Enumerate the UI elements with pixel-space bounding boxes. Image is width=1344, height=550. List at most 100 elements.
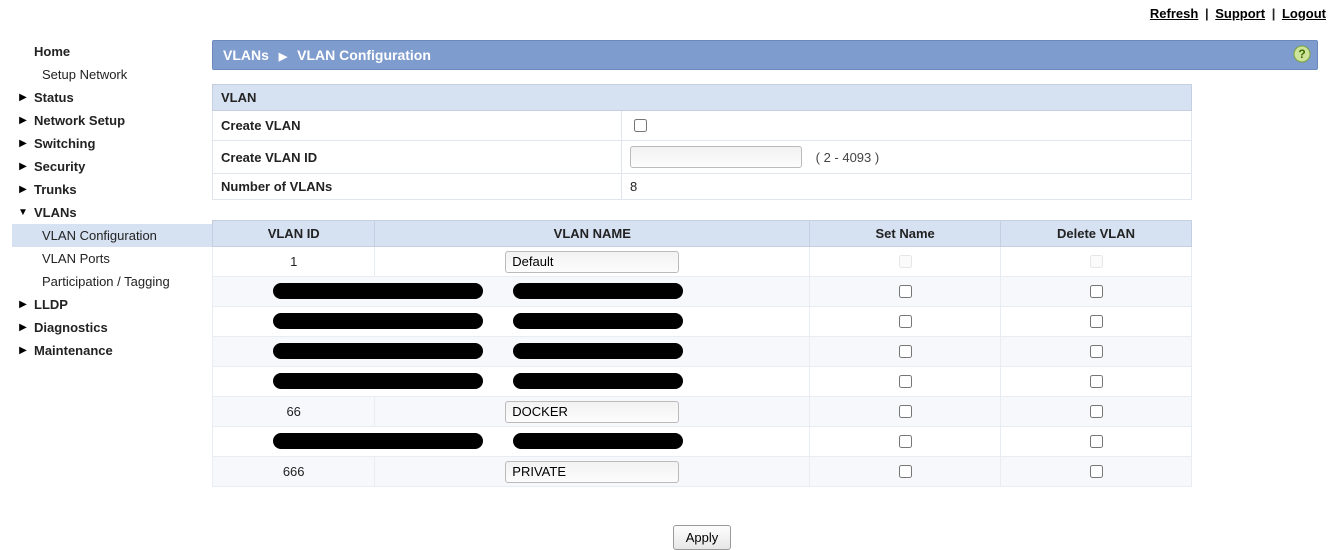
set-name-cell [810,307,1001,337]
delete-vlan-checkbox[interactable] [1090,405,1103,418]
set-name-cell [810,427,1001,457]
redacted-cell [213,307,810,337]
table-row [213,427,1192,457]
refresh-link[interactable]: Refresh [1150,6,1198,21]
nav-network-setup[interactable]: ▶ Network Setup [12,109,212,132]
logout-link[interactable]: Logout [1282,6,1326,21]
sidebar: Home Setup Network ▶ Status ▶ Network Se… [12,40,212,510]
set-name-checkbox[interactable] [899,465,912,478]
num-vlans-value: 8 [622,174,1192,200]
nav-status[interactable]: ▶ Status [12,86,212,109]
set-name-checkbox[interactable] [899,285,912,298]
caret-right-icon: ▶ [16,319,30,336]
nav-security[interactable]: ▶ Security [12,155,212,178]
delete-vlan-cell [1001,277,1192,307]
delete-vlan-cell [1001,427,1192,457]
vlan-list-table: VLAN ID VLAN NAME Set Name Delete VLAN 1… [212,220,1192,487]
create-vlan-id-input[interactable] [630,146,802,168]
set-name-cell [810,247,1001,277]
delete-vlan-cell [1001,397,1192,427]
vlan-name-input[interactable] [505,461,679,483]
set-name-cell [810,397,1001,427]
caret-down-icon: ▼ [16,204,30,221]
delete-vlan-checkbox[interactable] [1090,435,1103,448]
main-content: VLANs ▶ VLAN Configuration ? VLAN Create… [212,40,1324,510]
redacted-cell [213,337,810,367]
redacted-cell [213,367,810,397]
delete-vlan-checkbox[interactable] [1090,465,1103,478]
vlan-name-cell [375,247,810,277]
svg-text:?: ? [1298,47,1305,61]
delete-vlan-checkbox[interactable] [1090,315,1103,328]
nav-maintenance[interactable]: ▶ Maintenance [12,339,212,362]
caret-right-icon: ▶ [16,158,30,175]
redaction-bar [273,343,483,359]
set-name-checkbox[interactable] [899,405,912,418]
caret-right-icon: ▶ [16,89,30,106]
vlan-id-cell: 1 [213,247,375,277]
set-name-checkbox[interactable] [899,345,912,358]
section-title: VLAN [213,85,1192,111]
set-name-checkbox[interactable] [899,435,912,448]
vlan-name-input[interactable] [505,251,679,273]
nav-vlan-configuration[interactable]: VLAN Configuration [12,224,212,247]
set-name-cell [810,277,1001,307]
create-vlan-checkbox[interactable] [634,119,647,132]
support-link[interactable]: Support [1215,6,1265,21]
redacted-cell [213,427,810,457]
delete-vlan-cell [1001,367,1192,397]
breadcrumb-section: VLANs [223,47,269,63]
nav-vlans[interactable]: ▼ VLANs [12,201,212,224]
set-name-checkbox[interactable] [899,315,912,328]
table-row: 666 [213,457,1192,487]
nav-switching[interactable]: ▶ Switching [12,132,212,155]
redaction-bar [513,433,683,449]
delete-vlan-cell [1001,457,1192,487]
table-row [213,337,1192,367]
nav-setup-network[interactable]: Setup Network [12,63,212,86]
nav-participation-tagging[interactable]: Participation / Tagging [12,270,212,293]
create-vlan-id-hint: ( 2 - 4093 ) [816,150,880,165]
col-delete: Delete VLAN [1001,221,1192,247]
caret-right-icon: ▶ [16,112,30,129]
top-links: Refresh | Support | Logout [1150,6,1326,21]
vlan-form-table: VLAN Create VLAN Create VLAN ID ( 2 - 40… [212,84,1192,200]
table-row [213,367,1192,397]
nav-home[interactable]: Home [12,40,212,63]
set-name-cell [810,337,1001,367]
col-vlan-id: VLAN ID [213,221,375,247]
caret-right-icon: ▶ [16,135,30,152]
redaction-bar [513,313,683,329]
table-row: 66 [213,397,1192,427]
set-name-cell [810,367,1001,397]
delete-vlan-cell [1001,307,1192,337]
nav-diagnostics[interactable]: ▶ Diagnostics [12,316,212,339]
delete-vlan-checkbox[interactable] [1090,345,1103,358]
redacted-cell [213,277,810,307]
nav-trunks[interactable]: ▶ Trunks [12,178,212,201]
delete-vlan-checkbox [1090,255,1103,268]
num-vlans-label: Number of VLANs [213,174,622,200]
vlan-name-input[interactable] [505,401,679,423]
vlan-name-cell [375,397,810,427]
caret-right-icon: ▶ [16,181,30,198]
col-vlan-name: VLAN NAME [375,221,810,247]
delete-vlan-checkbox[interactable] [1090,285,1103,298]
table-row [213,307,1192,337]
apply-button[interactable]: Apply [673,525,732,550]
set-name-checkbox[interactable] [899,375,912,388]
help-icon[interactable]: ? [1293,45,1311,63]
delete-vlan-checkbox[interactable] [1090,375,1103,388]
breadcrumb: VLANs ▶ VLAN Configuration ? [212,40,1318,70]
redaction-bar [273,433,483,449]
redaction-bar [513,283,683,299]
table-row: 1 [213,247,1192,277]
delete-vlan-cell [1001,337,1192,367]
redaction-bar [513,373,683,389]
redaction-bar [273,373,483,389]
nav-lldp[interactable]: ▶ LLDP [12,293,212,316]
redaction-bar [273,313,483,329]
nav-vlan-ports[interactable]: VLAN Ports [12,247,212,270]
redaction-bar [513,343,683,359]
vlan-id-cell: 66 [213,397,375,427]
